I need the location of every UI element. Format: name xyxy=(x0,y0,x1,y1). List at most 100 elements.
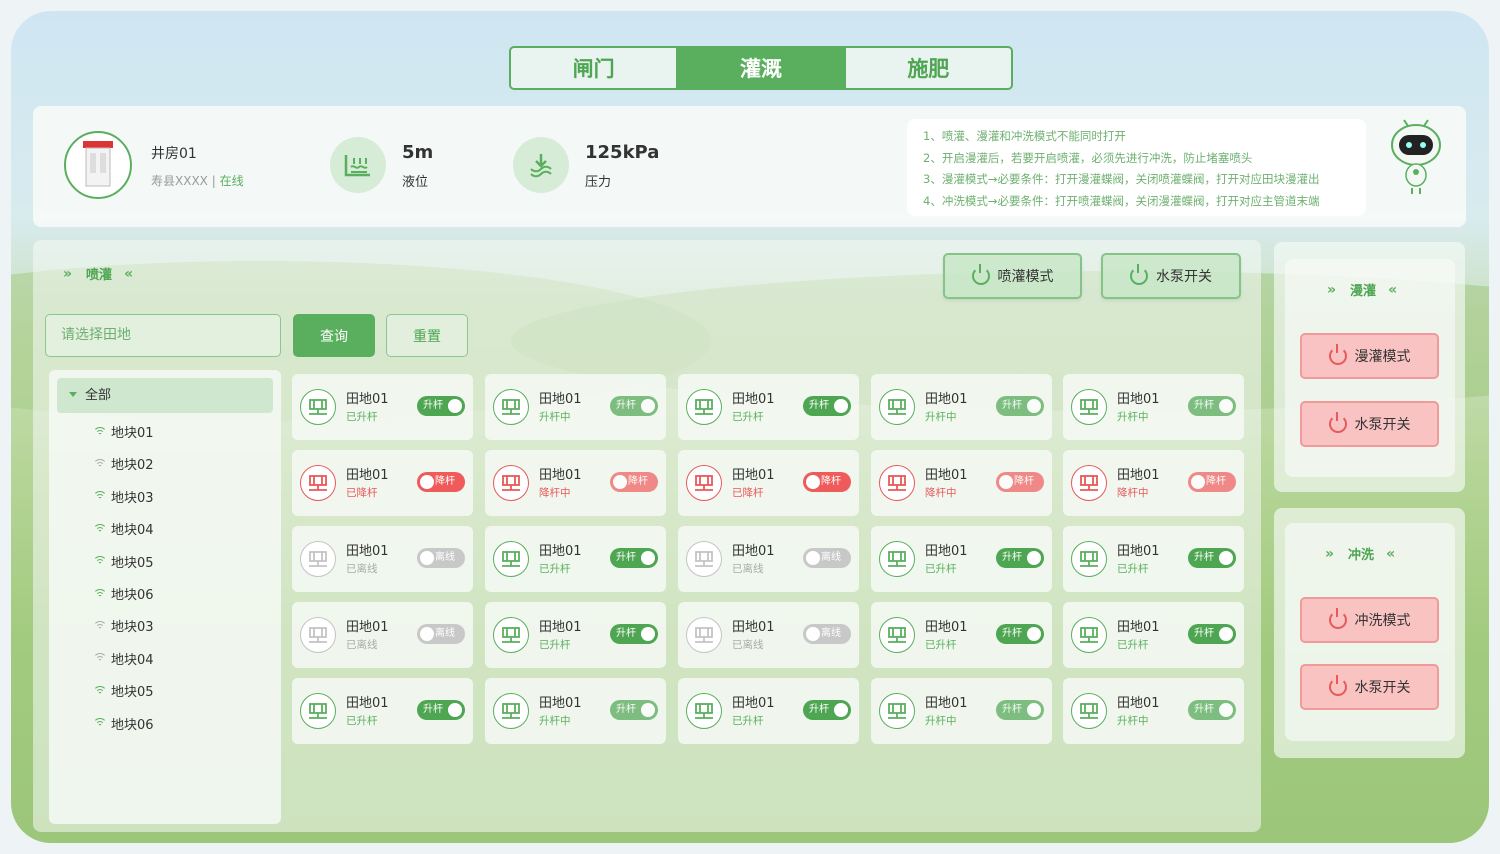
tree-item-label: 地块03 xyxy=(111,490,154,506)
tree-item-plot[interactable]: 地块06 xyxy=(93,584,154,603)
field-name: 田地01 xyxy=(925,544,968,559)
tree-item-plot[interactable]: 地块05 xyxy=(93,552,154,571)
wifi-icon xyxy=(93,588,107,599)
gate-toggle[interactable]: 离线 xyxy=(417,624,465,644)
note-line: 4、冲洗模式→必要条件：打开喷灌蝶阀，关闭漫灌蝶阀，打开对应主管道末端 xyxy=(923,193,1320,208)
field-status: 升杆中 xyxy=(1117,411,1149,423)
level-label: 液位 xyxy=(402,175,429,190)
gate-toggle[interactable]: 升杆 xyxy=(996,548,1044,568)
field-name: 田地01 xyxy=(539,468,582,483)
tree-item-plot[interactable]: 地块06 xyxy=(93,714,154,733)
gate-toggle[interactable]: 降杆 xyxy=(1188,472,1236,492)
toggle-knob xyxy=(641,627,655,641)
tree-item-plot[interactable]: 地块05 xyxy=(93,681,154,700)
toggle-label: 升杆 xyxy=(1002,400,1022,411)
field-card: 田地01 已降杆 降杆 xyxy=(678,450,859,516)
tree-item-plot[interactable]: 地块04 xyxy=(93,649,154,668)
toggle-label: 升杆 xyxy=(809,400,829,411)
gate-toggle[interactable]: 升杆 xyxy=(803,396,851,416)
wifi-icon xyxy=(93,556,107,566)
field-name: 田地01 xyxy=(346,544,389,559)
gate-icon xyxy=(300,617,336,653)
gate-toggle[interactable]: 升杆 xyxy=(417,700,465,720)
field-status: 已升杆 xyxy=(925,639,957,651)
gate-toggle[interactable]: 升杆 xyxy=(996,396,1044,416)
field-name: 田地01 xyxy=(732,544,775,559)
tree-item-plot[interactable]: 地块04 xyxy=(93,519,154,538)
gate-toggle[interactable]: 降杆 xyxy=(803,472,851,492)
field-name: 田地01 xyxy=(539,544,582,559)
field-card: 田地01 已离线 离线 xyxy=(678,602,859,668)
gate-toggle[interactable]: 降杆 xyxy=(996,472,1044,492)
field-card: 田地01 已升杆 升杆 xyxy=(678,374,859,440)
field-card: 田地01 已升杆 升杆 xyxy=(1063,526,1244,592)
gate-toggle[interactable]: 离线 xyxy=(417,548,465,568)
spray-mode-button[interactable]: 喷灌模式 xyxy=(943,253,1082,299)
wifi-icon xyxy=(93,458,107,469)
tree-item-label: 地块05 xyxy=(111,685,154,701)
field-select-input[interactable]: 请选择田地 xyxy=(45,314,281,357)
gate-toggle[interactable]: 升杆 xyxy=(610,700,658,720)
toggle-knob xyxy=(1191,475,1205,489)
query-button[interactable]: 查询 xyxy=(293,314,375,357)
tree-item-label: 地块04 xyxy=(111,523,154,539)
toggle-knob xyxy=(641,703,655,717)
flush-pump-button[interactable]: 水泵开关 xyxy=(1300,664,1439,710)
gate-toggle[interactable]: 升杆 xyxy=(996,700,1044,720)
toggle-label: 升杆 xyxy=(1194,628,1214,639)
field-card: 田地01 已升杆 升杆 xyxy=(871,602,1052,668)
power-icon xyxy=(1130,264,1148,285)
tree-item-all[interactable]: 全部 xyxy=(57,378,273,413)
spray-pump-button[interactable]: 水泵开关 xyxy=(1101,253,1241,299)
chevron-right-icon: » xyxy=(63,265,73,282)
flush-mode-button[interactable]: 冲洗模式 xyxy=(1300,597,1439,643)
tab-irrigation[interactable]: 灌溉 xyxy=(676,48,844,88)
toggle-knob xyxy=(1027,703,1041,717)
field-status: 升杆中 xyxy=(925,715,957,727)
tab-gate[interactable]: 闸门 xyxy=(511,48,676,88)
reset-button[interactable]: 重置 xyxy=(386,314,468,357)
tree-item-plot[interactable]: 地块01 xyxy=(93,422,154,441)
tab-fertilize[interactable]: 施肥 xyxy=(843,48,1011,88)
gate-toggle[interactable]: 升杆 xyxy=(1188,700,1236,720)
field-card: 田地01 已升杆 升杆 xyxy=(485,602,666,668)
field-name: 田地01 xyxy=(346,620,389,635)
tree-item-plot[interactable]: 地块03 xyxy=(93,487,154,506)
toggle-label: 降杆 xyxy=(821,476,841,487)
gate-icon xyxy=(879,541,915,577)
field-card: 田地01 升杆中 升杆 xyxy=(485,678,666,744)
gate-toggle[interactable]: 升杆 xyxy=(1188,548,1236,568)
flood-pump-button[interactable]: 水泵开关 xyxy=(1300,401,1439,447)
gate-toggle[interactable]: 升杆 xyxy=(996,624,1044,644)
gate-toggle[interactable]: 升杆 xyxy=(610,624,658,644)
field-status: 升杆中 xyxy=(925,411,957,423)
field-card: 田地01 已离线 离线 xyxy=(292,602,473,668)
gate-toggle[interactable]: 降杆 xyxy=(417,472,465,492)
field-card: 田地01 升杆中 升杆 xyxy=(1063,678,1244,744)
field-name: 田地01 xyxy=(732,620,775,635)
chevron-left-icon: « xyxy=(1388,281,1398,298)
gate-toggle[interactable]: 离线 xyxy=(803,548,851,568)
toggle-label: 升杆 xyxy=(809,704,829,715)
gate-icon xyxy=(300,465,336,501)
gate-icon xyxy=(300,389,336,425)
toggle-label: 升杆 xyxy=(1002,628,1022,639)
tree-item-plot[interactable]: 地块02 xyxy=(93,454,154,473)
toggle-label: 升杆 xyxy=(1194,552,1214,563)
gate-toggle[interactable]: 降杆 xyxy=(610,472,658,492)
gate-icon xyxy=(686,617,722,653)
pressure-label: 压力 xyxy=(585,175,612,190)
field-status: 已降杆 xyxy=(732,487,764,499)
tree-item-plot[interactable]: 地块03 xyxy=(93,616,154,635)
flood-mode-button[interactable]: 漫灌模式 xyxy=(1300,333,1439,379)
gate-toggle[interactable]: 升杆 xyxy=(1188,396,1236,416)
gate-toggle[interactable]: 升杆 xyxy=(1188,624,1236,644)
gate-toggle[interactable]: 离线 xyxy=(803,624,851,644)
gate-toggle[interactable]: 升杆 xyxy=(610,396,658,416)
gate-toggle[interactable]: 升杆 xyxy=(417,396,465,416)
gate-toggle[interactable]: 升杆 xyxy=(610,548,658,568)
field-status: 已升杆 xyxy=(732,715,764,727)
toggle-label: 降杆 xyxy=(435,476,455,487)
robot-assistant-icon[interactable] xyxy=(1388,118,1444,202)
gate-toggle[interactable]: 升杆 xyxy=(803,700,851,720)
